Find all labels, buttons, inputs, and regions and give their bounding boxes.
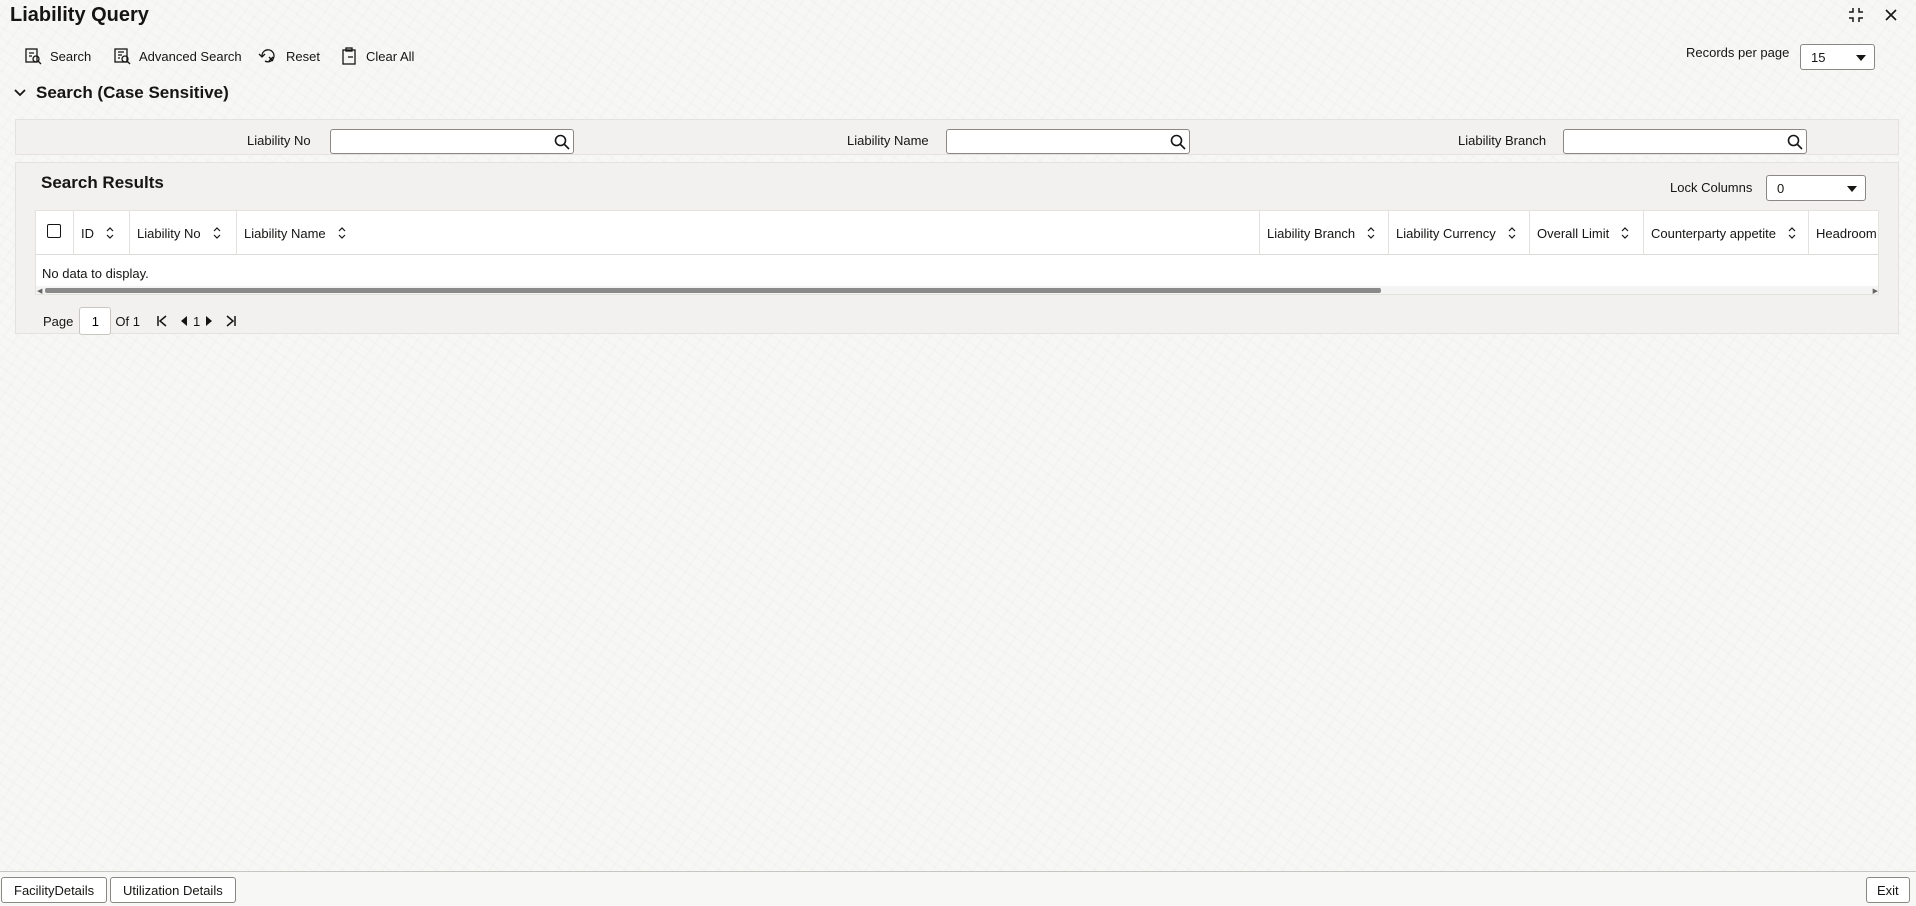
sort-icon[interactable] (1508, 227, 1516, 239)
chevron-down-icon (14, 89, 26, 97)
advanced-search-icon (114, 48, 131, 65)
liability-no-input[interactable] (330, 129, 574, 154)
column-header-liability-no[interactable]: Liability No (130, 211, 237, 255)
sort-icon[interactable] (338, 227, 346, 239)
reset-button-label: Reset (286, 48, 320, 64)
facility-details-button[interactable]: FacilityDetails (1, 877, 108, 903)
liability-name-input[interactable] (946, 129, 1190, 154)
column-header-label: Overall Limit (1537, 225, 1610, 241)
utilization-details-button[interactable]: Utilization Details (110, 877, 236, 903)
column-header-label: Headroom Li (1816, 225, 1878, 241)
sort-icon[interactable] (213, 227, 221, 239)
results-table: ID Liability No Liability Name Liability… (35, 210, 1879, 295)
column-header-label: Counterparty appetite (1651, 225, 1777, 241)
chevron-down-icon (1856, 55, 1866, 61)
column-header-overall-limit[interactable]: Overall Limit (1530, 211, 1644, 255)
clipboard-icon (342, 47, 356, 65)
empty-message: No data to display. (42, 266, 149, 281)
minimize-arrows-icon[interactable] (1846, 5, 1866, 25)
column-header-liability-branch[interactable]: Liability Branch (1260, 211, 1389, 255)
table-header: ID Liability No Liability Name Liability… (36, 211, 1878, 255)
reset-icon (258, 49, 275, 63)
page-of-label: Of 1 (115, 313, 140, 329)
search-section-title: Search (Case Sensitive) (36, 83, 229, 102)
column-header-id[interactable]: ID (74, 211, 130, 255)
page-number-input[interactable] (79, 307, 112, 335)
exit-button[interactable]: Exit (1866, 877, 1910, 903)
reset-button[interactable]: Reset (258, 44, 320, 68)
search-button[interactable]: Search (24, 44, 91, 68)
column-header-label: Liability Branch (1267, 225, 1356, 241)
search-icon[interactable] (1785, 132, 1805, 152)
column-header-headroom[interactable]: Headroom Li (1809, 211, 1878, 255)
horizontal-scrollbar[interactable]: ◀ ▶ (36, 286, 1878, 294)
scroll-right-icon[interactable]: ▶ (1873, 287, 1878, 294)
chevron-down-icon (1847, 186, 1857, 192)
liability-no-label: Liability No (247, 133, 311, 148)
column-header-label: Liability Name (244, 225, 326, 241)
lock-columns-select[interactable]: 0 (1766, 175, 1866, 201)
liability-branch-input[interactable] (1563, 129, 1807, 154)
clear-all-button[interactable]: Clear All (340, 44, 414, 68)
title-bar: Liability Query (0, 0, 1916, 34)
column-header-label: Liability Currency (1396, 225, 1496, 241)
current-page-number: 1 (192, 313, 201, 329)
previous-page-icon[interactable] (180, 316, 188, 326)
search-section-toggle[interactable]: Search (Case Sensitive) (14, 83, 229, 103)
search-icon[interactable] (1168, 132, 1188, 152)
search-doc-icon (25, 48, 42, 65)
first-page-icon[interactable] (156, 315, 168, 327)
records-per-page-select[interactable]: 15 (1800, 44, 1875, 70)
scrollbar-thumb[interactable] (45, 288, 1381, 293)
select-all-column (36, 211, 74, 255)
column-header-label: Liability No (137, 225, 201, 241)
lock-columns-value: 0 (1777, 180, 1785, 196)
page-label: Page (43, 313, 74, 329)
sort-icon[interactable] (1367, 227, 1375, 239)
advanced-search-button-label: Advanced Search (139, 48, 242, 64)
sort-icon[interactable] (1788, 227, 1796, 239)
search-results-title: Search Results (41, 173, 164, 192)
footer-bar: FacilityDetails Utilization Details Exit (0, 871, 1916, 906)
last-page-icon[interactable] (225, 315, 237, 327)
select-all-checkbox[interactable] (47, 224, 61, 238)
page-title: Liability Query (10, 4, 149, 26)
clear-all-button-label: Clear All (366, 48, 415, 64)
sort-icon[interactable] (1621, 227, 1629, 239)
liability-branch-label: Liability Branch (1458, 133, 1547, 148)
next-page-icon[interactable] (205, 316, 213, 326)
pagination: Page Of 1 1 (43, 307, 237, 335)
records-per-page-label: Records per page (1686, 45, 1790, 60)
column-header-label: ID (81, 225, 94, 241)
lock-columns-label: Lock Columns (1670, 180, 1753, 195)
liability-name-label: Liability Name (847, 133, 929, 148)
column-header-counterparty-appetite[interactable]: Counterparty appetite (1644, 211, 1809, 255)
column-header-liability-name[interactable]: Liability Name (237, 211, 1260, 255)
advanced-search-button[interactable]: Advanced Search (113, 44, 242, 68)
sort-icon[interactable] (106, 227, 114, 239)
records-per-page-value: 15 (1811, 49, 1826, 65)
scroll-left-icon[interactable]: ◀ (37, 287, 42, 294)
column-header-liability-currency[interactable]: Liability Currency (1389, 211, 1530, 255)
close-icon[interactable] (1881, 5, 1901, 25)
toolbar: Search Advanced Search Reset Clear All (0, 40, 1916, 72)
search-icon[interactable] (552, 132, 572, 152)
search-button-label: Search (50, 48, 92, 64)
